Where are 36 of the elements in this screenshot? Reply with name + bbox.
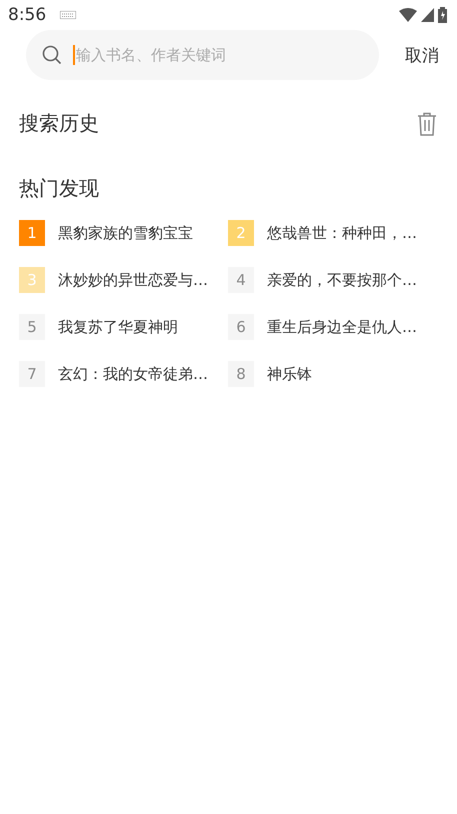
book-title: 玄幻：我的女帝徒弟… bbox=[58, 364, 208, 384]
hot-book-item[interactable]: 1 黑豹家族的雪豹宝宝 bbox=[19, 220, 228, 246]
hot-book-item[interactable]: 8 神乐钵 bbox=[228, 361, 457, 387]
hot-book-item[interactable]: 4 亲爱的，不要按那个… bbox=[228, 267, 457, 293]
book-title: 亲爱的，不要按那个… bbox=[267, 270, 417, 290]
section-title: 热门发现 bbox=[19, 175, 99, 202]
search-icon bbox=[42, 45, 62, 65]
keyboard-icon bbox=[60, 11, 76, 19]
hot-book-item[interactable]: 2 悠哉兽世：种种田，… bbox=[228, 220, 457, 246]
rank-badge: 7 bbox=[19, 361, 45, 387]
rank-badge: 8 bbox=[228, 361, 254, 387]
status-time: 8:56 bbox=[8, 5, 46, 25]
rank-badge: 3 bbox=[19, 267, 45, 293]
hot-book-item[interactable]: 6 重生后身边全是仇人… bbox=[228, 314, 457, 340]
rank-badge: 2 bbox=[228, 220, 254, 246]
rank-badge: 5 bbox=[19, 314, 45, 340]
book-title: 黑豹家族的雪豹宝宝 bbox=[58, 224, 193, 242]
rank-badge: 6 bbox=[228, 314, 254, 340]
hot-book-item[interactable]: 7 玄幻：我的女帝徒弟… bbox=[19, 361, 228, 387]
book-title: 神乐钵 bbox=[267, 364, 312, 384]
signal-icon bbox=[421, 8, 434, 22]
rank-badge: 4 bbox=[228, 267, 254, 293]
book-title: 重生后身边全是仇人… bbox=[267, 318, 417, 336]
cancel-button[interactable]: 取消 bbox=[405, 44, 439, 66]
search-field[interactable]: 输入书名、作者关键词 bbox=[26, 30, 379, 80]
section-title: 搜索历史 bbox=[19, 110, 99, 137]
battery-icon bbox=[438, 7, 447, 23]
hot-book-item[interactable]: 5 我复苏了华夏神明 bbox=[19, 314, 228, 340]
hot-book-item[interactable]: 3 沐妙妙的异世恋爱与… bbox=[19, 267, 228, 293]
wifi-icon bbox=[399, 8, 417, 22]
text-cursor bbox=[73, 45, 75, 65]
rank-badge: 1 bbox=[19, 220, 45, 246]
book-title: 悠哉兽世：种种田，… bbox=[267, 224, 417, 242]
book-title: 我复苏了华夏神明 bbox=[58, 318, 178, 336]
trash-icon[interactable] bbox=[417, 112, 437, 136]
book-title: 沐妙妙的异世恋爱与… bbox=[58, 270, 208, 290]
